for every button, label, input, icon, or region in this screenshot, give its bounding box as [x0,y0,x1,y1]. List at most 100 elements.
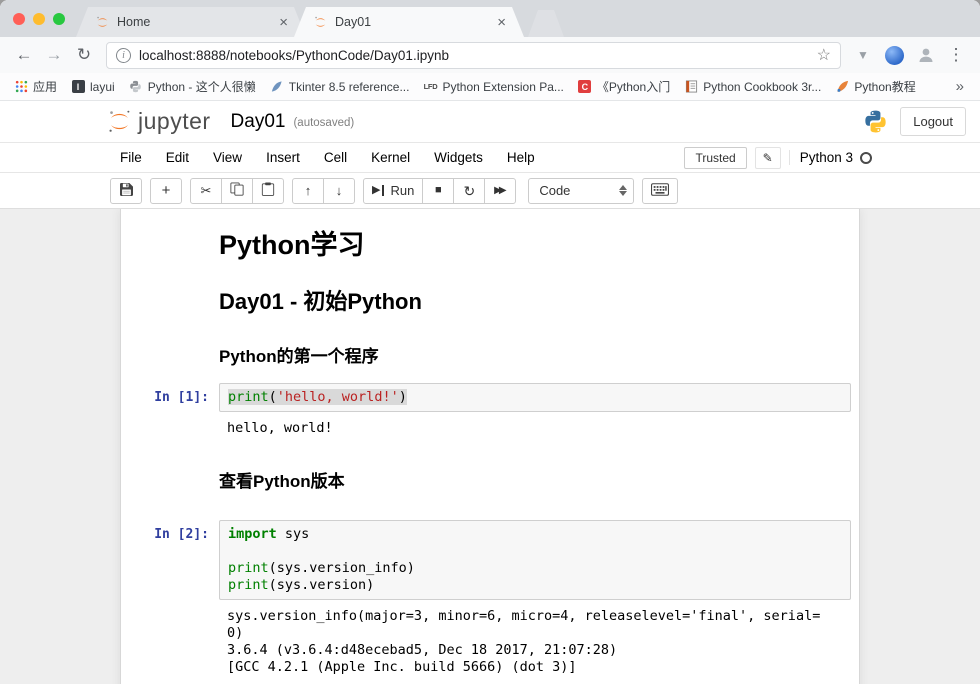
jupyter-header: jupyter Day01 (autosaved) Logout [0,101,980,143]
code-line: print(sys.version) [228,577,842,594]
notebook-container: Python学习 Day01 - 初始Python Python的第一个程序 I… [120,209,860,684]
quill-icon [835,80,849,94]
menu-file[interactable]: File [108,146,154,169]
notebook-title[interactable]: Day01 [231,111,286,133]
cell-type-select[interactable]: Code [528,178,634,204]
move-cell-up-button[interactable]: ↑ [292,178,324,204]
arrow-up-icon: ↑ [305,184,312,197]
bookmark-star-icon[interactable]: ☆ [817,45,831,65]
interrupt-kernel-button[interactable]: ■ [422,178,454,204]
restart-kernel-button[interactable]: ↻ [453,178,485,204]
window-titlebar: Home × Day01 × [0,0,980,37]
heading-day01: Day01 - 初始Python [219,284,851,316]
menu-widgets[interactable]: Widgets [422,146,495,169]
bookmarks-overflow-icon[interactable]: » [948,78,972,95]
new-tab-button[interactable] [528,10,564,37]
logout-button[interactable]: Logout [900,107,966,136]
bookmark-python-tutorial[interactable]: Python教程 [829,75,921,98]
plus-icon: + [162,183,171,198]
zoom-window-button[interactable] [53,13,65,25]
keyboard-icon [651,183,669,199]
move-cell-down-button[interactable]: ↓ [323,178,355,204]
cell-output: hello, world! [219,416,851,441]
chrome-menu-icon[interactable]: ⋮ [942,41,970,69]
cut-cell-button[interactable]: ✂ [190,178,222,204]
book-icon [684,80,698,94]
minimize-window-button[interactable] [33,13,45,25]
code-input[interactable]: print('hello, world!') [219,383,851,412]
code-line: print('hello, world!') [228,389,842,406]
save-icon [120,183,133,199]
code-cell-2[interactable]: In [2]: import sys print(sys.version_inf… [121,514,859,684]
input-prompt: In [1]: [129,383,219,412]
tab-day01[interactable]: Day01 × [294,7,524,37]
step-forward-icon: ▶ [372,185,380,196]
markdown-cell-title[interactable]: Python学习 [121,213,859,272]
heading-first-program: Python的第一个程序 [219,342,851,367]
avatar-icon[interactable] [912,41,940,69]
edit-mode-pencil-icon: ✎ [755,147,781,169]
bookmark-lfd[interactable]: LFD Python Extension Pa... [417,77,569,97]
code-cell-1[interactable]: In [1]: print('hello, world!') hello, wo… [121,377,859,447]
forward-icon[interactable]: → [40,41,68,69]
select-caret-icon [619,185,627,196]
kernel-indicator: Python 3 [789,150,872,165]
paste-cell-button[interactable] [252,178,284,204]
menu-insert[interactable]: Insert [254,146,312,169]
browser-toolbar: ← → ↻ i localhost:8888/notebooks/PythonC… [0,37,980,73]
run-cell-button[interactable]: ▶ Run [363,178,423,204]
menu-view[interactable]: View [201,146,254,169]
add-cell-button[interactable]: + [150,178,182,204]
arrow-down-icon: ↓ [336,184,343,197]
tab-home[interactable]: Home × [76,7,306,37]
markdown-cell-first-program[interactable]: Python的第一个程序 [121,328,859,377]
reload-icon[interactable]: ↻ [70,41,98,69]
browser-window: Home × Day01 × ← → ↻ i localhost:8888/no… [0,0,980,684]
tab-bar: Home × Day01 × [76,7,564,37]
apps-grid-icon [14,80,28,94]
cell-output: sys.version_info(major=3, minor=6, micro… [219,604,851,680]
close-tab-icon[interactable]: × [495,15,508,30]
code-input[interactable]: import sys print(sys.version_info) print… [219,520,851,600]
autosave-status: (autosaved) [293,117,354,129]
jupyter-toolbar: + ✂ ↑ ↓ ▶ Run ■ ↻ ▶▶ Code [0,173,980,209]
kernel-idle-icon [860,152,872,164]
cell-type-value: Code [539,183,619,198]
menu-help[interactable]: Help [495,146,547,169]
bookmark-tkinter[interactable]: Tkinter 8.5 reference... [264,77,416,97]
menu-kernel[interactable]: Kernel [359,146,422,169]
markdown-cell-version[interactable]: 查看Python版本 [121,447,859,514]
address-bar[interactable]: i localhost:8888/notebooks/PythonCode/Da… [106,42,841,69]
heading-check-version: 查看Python版本 [219,467,851,492]
copy-cell-button[interactable] [221,178,253,204]
jupyter-menubar: File Edit View Insert Cell Kernel Widget… [0,143,980,173]
clipboard-icon [261,182,275,199]
trusted-button[interactable]: Trusted [684,147,746,169]
input-prompt: In [2]: [129,520,219,600]
command-palette-button[interactable] [642,178,678,204]
bookmark-python-blog[interactable]: Python - 这个人很懒 [123,75,262,98]
profile-globe-icon[interactable] [885,46,904,65]
site-info-icon[interactable]: i [116,48,131,63]
bookmark-layui[interactable]: l layui [65,77,121,97]
close-window-button[interactable] [13,13,25,25]
back-icon[interactable]: ← [10,41,38,69]
bookmark-cookbook[interactable]: Python Cookbook 3r... [678,77,827,97]
close-tab-icon[interactable]: × [277,15,290,30]
heading-python-study: Python学习 [219,223,851,262]
restart-run-all-button[interactable]: ▶▶ [484,178,516,204]
python-logo-icon [863,109,888,134]
download-icon[interactable]: ▼ [849,41,877,69]
menu-cell[interactable]: Cell [312,146,359,169]
window-controls [13,13,65,25]
save-button[interactable] [110,178,142,204]
jupyter-wordmark[interactable]: jupyter [138,108,211,135]
notebook-scroll-area[interactable]: Python学习 Day01 - 初始Python Python的第一个程序 I… [0,209,980,684]
bookmark-apps[interactable]: 应用 [8,75,63,98]
bookmarks-bar: 应用 l layui Python - 这个人很懒 Tkinter 8.5 re… [0,73,980,101]
url-text[interactable]: localhost:8888/notebooks/PythonCode/Day0… [139,48,817,63]
markdown-cell-day01[interactable]: Day01 - 初始Python [121,272,859,328]
menu-edit[interactable]: Edit [154,146,201,169]
bookmark-python-intro[interactable]: C 《Python入门 [572,75,676,98]
jupyter-logo[interactable] [106,108,133,135]
